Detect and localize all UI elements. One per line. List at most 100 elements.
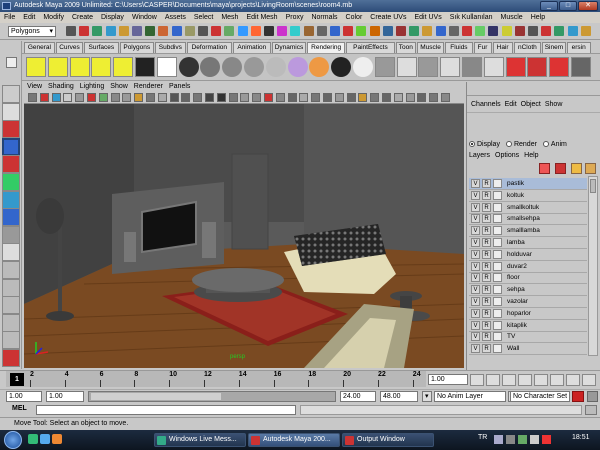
menu-mode-dropdown[interactable]: Polygons ▾ — [8, 26, 56, 37]
anim-layer-dropdown-arrow[interactable]: ▾ — [422, 391, 432, 402]
layer-mode-display[interactable]: Display — [469, 141, 500, 148]
layer-row[interactable]: V Rhoparlor — [469, 308, 587, 320]
viewport-tool-icon[interactable] — [323, 93, 332, 102]
layer-mode-render[interactable]: Render — [505, 141, 537, 148]
layer-options-icon[interactable] — [585, 163, 596, 174]
menu-sık-kullanılan[interactable]: Sık Kullanılan — [446, 12, 497, 23]
play-backward-icon[interactable] — [518, 374, 532, 386]
viewport-tool-icon[interactable] — [240, 93, 250, 102]
status-line-icon[interactable] — [475, 26, 486, 36]
layout-persp-outliner-icon[interactable] — [2, 296, 20, 315]
layer-visibility-toggle[interactable]: V — [471, 320, 480, 330]
mel-input[interactable] — [36, 405, 296, 415]
viewport-tool-icon[interactable] — [346, 93, 356, 102]
select-tool-icon[interactable] — [2, 85, 20, 103]
layer-color-swatch[interactable] — [493, 190, 502, 200]
shelf-tab-painteffects[interactable]: PaintEffects — [346, 42, 395, 53]
menu-create[interactable]: Create — [68, 12, 97, 23]
layer-row[interactable]: V Rfloor — [469, 272, 587, 285]
taskbar-item[interactable]: Output Window — [342, 433, 434, 447]
layer-visibility-toggle[interactable]: V — [471, 190, 480, 200]
status-line-icon[interactable] — [501, 26, 512, 36]
layer-row[interactable]: V Rsmallsehpa — [469, 213, 587, 226]
status-line-icon[interactable] — [356, 26, 367, 36]
shelf-tab-rendering[interactable]: Rendering — [307, 42, 346, 53]
soft-mod-icon[interactable] — [2, 208, 20, 227]
viewport-tool-icon[interactable] — [75, 93, 85, 102]
shelf-tool-icon[interactable] — [222, 57, 243, 77]
shelf-tool-icon[interactable] — [113, 57, 134, 77]
status-line-icon[interactable] — [171, 26, 182, 36]
layer-render-toggle[interactable]: R — [482, 226, 491, 236]
menu-muscle[interactable]: Muscle — [497, 12, 527, 23]
status-line-icon[interactable] — [567, 26, 578, 36]
shelf-tab-fluids[interactable]: Fluids — [445, 42, 473, 53]
layer-color-swatch[interactable] — [493, 238, 502, 247]
layer-menu-help[interactable]: Help — [524, 152, 538, 159]
viewport-tool-icon[interactable] — [370, 93, 380, 102]
shelf-tool-icon[interactable] — [440, 57, 461, 77]
viewport-tool-icon[interactable] — [334, 93, 344, 102]
status-line-icon[interactable] — [343, 26, 354, 36]
viewport-tool-icon[interactable] — [441, 93, 450, 102]
shelf-tab-ersin[interactable]: ersin — [566, 42, 591, 53]
layer-render-toggle[interactable]: R — [482, 261, 491, 271]
menu-proxy[interactable]: Proxy — [282, 12, 308, 23]
shelf-tool-icon[interactable] — [200, 57, 221, 77]
layer-row[interactable]: V R Wall — [469, 343, 587, 356]
shelf-tool-icon[interactable] — [91, 57, 112, 77]
viewport-tool-icon[interactable] — [28, 93, 37, 102]
layer-render-toggle[interactable]: R — [482, 238, 491, 247]
radio-button[interactable] — [469, 141, 475, 148]
layer-visibility-toggle[interactable]: V — [471, 261, 480, 271]
range-slider-handle[interactable] — [91, 393, 221, 400]
time-ruler[interactable]: 1 2 4 6 8 10 12 14 16 18 20 22 24 — [6, 371, 426, 387]
layer-color-swatch[interactable] — [493, 320, 502, 330]
viewport-tool-icon[interactable] — [299, 93, 309, 102]
layer-color-swatch[interactable] — [493, 261, 502, 271]
layer-color-swatch[interactable] — [493, 285, 502, 295]
scrollbar-thumb[interactable] — [590, 179, 596, 193]
viewport-persp[interactable]: persp — [24, 104, 464, 368]
maximize-button[interactable]: □ — [559, 1, 577, 11]
menu-file[interactable]: File — [0, 12, 19, 23]
layer-row[interactable]: V Rsmalllamba — [469, 225, 587, 238]
layer-color-swatch[interactable] — [493, 202, 502, 212]
layer-row[interactable]: V Rholduvar — [469, 249, 587, 261]
radio-button[interactable] — [542, 141, 549, 148]
shelf-tab-muscle[interactable]: Muscle — [416, 42, 445, 53]
status-line-icon[interactable] — [132, 26, 142, 36]
layer-render-toggle[interactable]: R — [482, 190, 491, 200]
auto-key-icon[interactable] — [572, 391, 584, 402]
status-line-icon[interactable] — [92, 26, 103, 36]
status-line-icon[interactable] — [541, 26, 552, 36]
status-line-icon[interactable] — [224, 26, 235, 36]
current-frame-marker[interactable]: 1 — [10, 373, 24, 386]
layer-visibility-toggle[interactable]: V — [471, 308, 480, 318]
shelf-tool-icon[interactable] — [483, 57, 504, 77]
menu-select[interactable]: Select — [190, 12, 217, 23]
viewport-tool-icon[interactable] — [134, 93, 144, 102]
layer-row[interactable]: V Rlamba — [469, 237, 587, 249]
layer-row[interactable]: V Rsmallkoltuk — [469, 202, 587, 214]
status-line-icon[interactable] — [422, 26, 433, 36]
layout-graph-icon[interactable] — [2, 313, 20, 332]
status-line-icon[interactable] — [462, 26, 472, 36]
layer-visibility-toggle[interactable]: V — [471, 332, 480, 342]
channel-menu-object[interactable]: Object — [519, 100, 543, 110]
layer-visibility-toggle[interactable]: V — [471, 297, 480, 306]
layer-menu-layers[interactable]: Layers — [469, 152, 490, 159]
layer-color-swatch[interactable] — [493, 332, 502, 342]
scale-tool-icon[interactable] — [2, 173, 20, 191]
status-line-icon[interactable] — [264, 26, 274, 36]
layer-color-swatch[interactable] — [493, 344, 502, 354]
shelf-tool-icon[interactable] — [156, 57, 177, 77]
status-line-icon[interactable] — [198, 26, 208, 36]
shelf-tool-icon[interactable] — [527, 57, 548, 77]
viewport-tool-icon[interactable] — [146, 93, 155, 102]
layer-color-swatch[interactable] — [493, 249, 502, 259]
layer-render-toggle[interactable]: R — [482, 249, 491, 259]
viewport-tool-icon[interactable] — [87, 93, 96, 102]
status-line-icon[interactable] — [211, 26, 222, 36]
status-line-icon[interactable] — [528, 26, 538, 36]
